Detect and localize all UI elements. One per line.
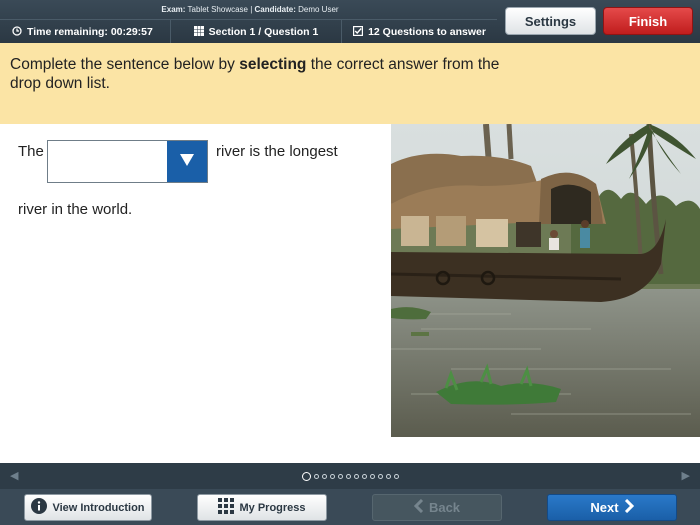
dropdown-arrow-icon — [180, 153, 194, 171]
pagination-dot[interactable] — [361, 473, 367, 479]
pagination-dot[interactable] — [301, 471, 311, 481]
candidate-label: Candidate: — [254, 5, 296, 14]
pager-prev-icon[interactable]: ◀ — [10, 469, 18, 482]
my-progress-label: My Progress — [239, 501, 306, 514]
exam-label: Exam: — [161, 5, 186, 14]
pagination-dot[interactable] — [369, 473, 375, 479]
question-pager: ◀ ▶ — [0, 463, 700, 489]
chevron-left-icon — [413, 498, 424, 516]
pagination-dot[interactable] — [313, 473, 319, 479]
pagination-dot[interactable] — [321, 473, 327, 479]
info-icon — [31, 498, 48, 517]
settings-button[interactable]: Settings — [505, 7, 596, 35]
sentence-end: river in the world. — [18, 201, 133, 218]
exam-info-line: Exam: Tablet Showcase | Candidate: Demo … — [161, 5, 339, 14]
pagination-dot[interactable] — [393, 473, 399, 479]
instruction-emphasis: selecting — [239, 56, 307, 73]
view-introduction-button[interactable]: View Introduction — [24, 494, 152, 521]
next-label: Next — [590, 500, 619, 515]
clock-icon — [12, 25, 22, 39]
progress-grid-icon — [218, 498, 235, 517]
checkbox-icon — [353, 25, 364, 39]
back-label: Back — [428, 500, 461, 515]
view-introduction-label: View Introduction — [52, 501, 145, 514]
answer-dropdown[interactable] — [47, 140, 208, 183]
grid-icon — [193, 25, 204, 39]
dropdown-toggle[interactable] — [167, 141, 207, 182]
sentence-continuation: river is the longest — [216, 143, 338, 160]
candidate-name: Demo User — [298, 5, 339, 14]
questions-counter: 12 Questions to answer — [342, 20, 497, 44]
pagination-dots — [301, 471, 399, 481]
houseboat-image — [391, 124, 700, 437]
pagination-dot[interactable] — [353, 473, 359, 479]
sentence-start: The — [18, 143, 44, 160]
time-remaining-text: Time remaining: 00:29:57 — [27, 26, 153, 38]
pager-next-icon[interactable]: ▶ — [682, 469, 690, 482]
exam-name: Tablet Showcase — [187, 5, 248, 14]
pagination-dot[interactable] — [329, 473, 335, 479]
status-bar: Time remaining: 00:29:57 Section 1 / Que… — [0, 19, 497, 44]
pagination-dot[interactable] — [337, 473, 343, 479]
back-button[interactable]: Back — [372, 494, 502, 521]
finish-button[interactable]: Finish — [603, 7, 693, 35]
footer-toolbar: View Introduction My Progress Back Next — [0, 489, 700, 525]
instruction-text: Complete the sentence below by selecting… — [10, 55, 530, 93]
chevron-right-icon — [624, 498, 634, 516]
questions-to-answer-text: 12 Questions to answer — [368, 26, 486, 38]
pagination-dot[interactable] — [345, 473, 351, 479]
section-text: Section 1 / Question 1 — [208, 26, 319, 38]
section-indicator: Section 1 / Question 1 — [170, 20, 342, 44]
my-progress-button[interactable]: My Progress — [197, 494, 327, 521]
instruction-panel: Complete the sentence below by selecting… — [0, 43, 700, 124]
timer: Time remaining: 00:29:57 — [0, 20, 170, 44]
instruction-prefix: Complete the sentence below by — [10, 56, 240, 73]
exam-header: Exam: Tablet Showcase | Candidate: Demo … — [0, 0, 700, 44]
next-button[interactable]: Next — [547, 494, 677, 521]
pagination-dot[interactable] — [385, 473, 391, 479]
pagination-dot[interactable] — [377, 473, 383, 479]
